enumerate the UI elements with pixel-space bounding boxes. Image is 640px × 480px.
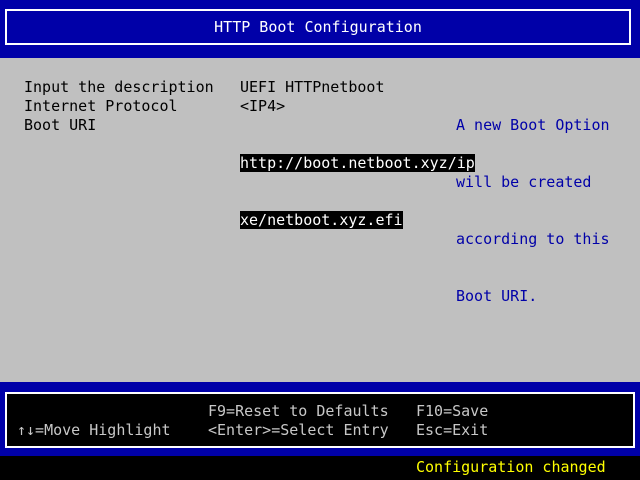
help-line: will be created bbox=[456, 173, 592, 191]
help-line: A new Boot Option bbox=[456, 116, 610, 134]
status-message: Configuration changed bbox=[416, 458, 606, 476]
boot-uri-value-line1: http://boot.netboot.xyz/ip bbox=[240, 154, 475, 172]
boot-uri-value-line2: xe/netboot.xyz.efi bbox=[240, 211, 403, 229]
key-hints-frame: ↑↓=Move Highlight F9=Reset to Defaults <… bbox=[5, 392, 635, 448]
help-line: Boot URI. bbox=[456, 287, 538, 305]
header-frame: HTTP Boot Configuration bbox=[5, 9, 631, 45]
boot-uri-field[interactable]: http://boot.netboot.xyz/ip xe/netboot.xy… bbox=[240, 116, 475, 268]
move-highlight-hint: ↑↓=Move Highlight bbox=[17, 421, 171, 439]
footer-band: ↑↓=Move Highlight F9=Reset to Defaults <… bbox=[0, 382, 640, 456]
help-text: A new Boot Option will be created accord… bbox=[456, 78, 610, 344]
exit-hint: Esc=Exit bbox=[416, 421, 489, 439]
internet-protocol-select[interactable]: <IP4> bbox=[240, 97, 285, 116]
description-field[interactable]: UEFI HTTPnetboot bbox=[240, 78, 385, 97]
save-hint: F10=Save bbox=[416, 402, 489, 420]
header-band: HTTP Boot Configuration bbox=[0, 0, 640, 58]
description-label: Input the description bbox=[24, 78, 214, 96]
internet-protocol-label: Internet Protocol bbox=[24, 97, 178, 115]
boot-uri-label: Boot URI bbox=[24, 116, 97, 134]
form-area: Input the description UEFI HTTPnetboot I… bbox=[0, 58, 640, 382]
reset-defaults-hint: F9=Reset to Defaults bbox=[208, 402, 389, 420]
page-title: HTTP Boot Configuration bbox=[214, 17, 422, 36]
status-bar: Configuration changed bbox=[0, 456, 640, 480]
select-entry-hint: <Enter>=Select Entry bbox=[208, 421, 389, 439]
help-line: according to this bbox=[456, 230, 610, 248]
